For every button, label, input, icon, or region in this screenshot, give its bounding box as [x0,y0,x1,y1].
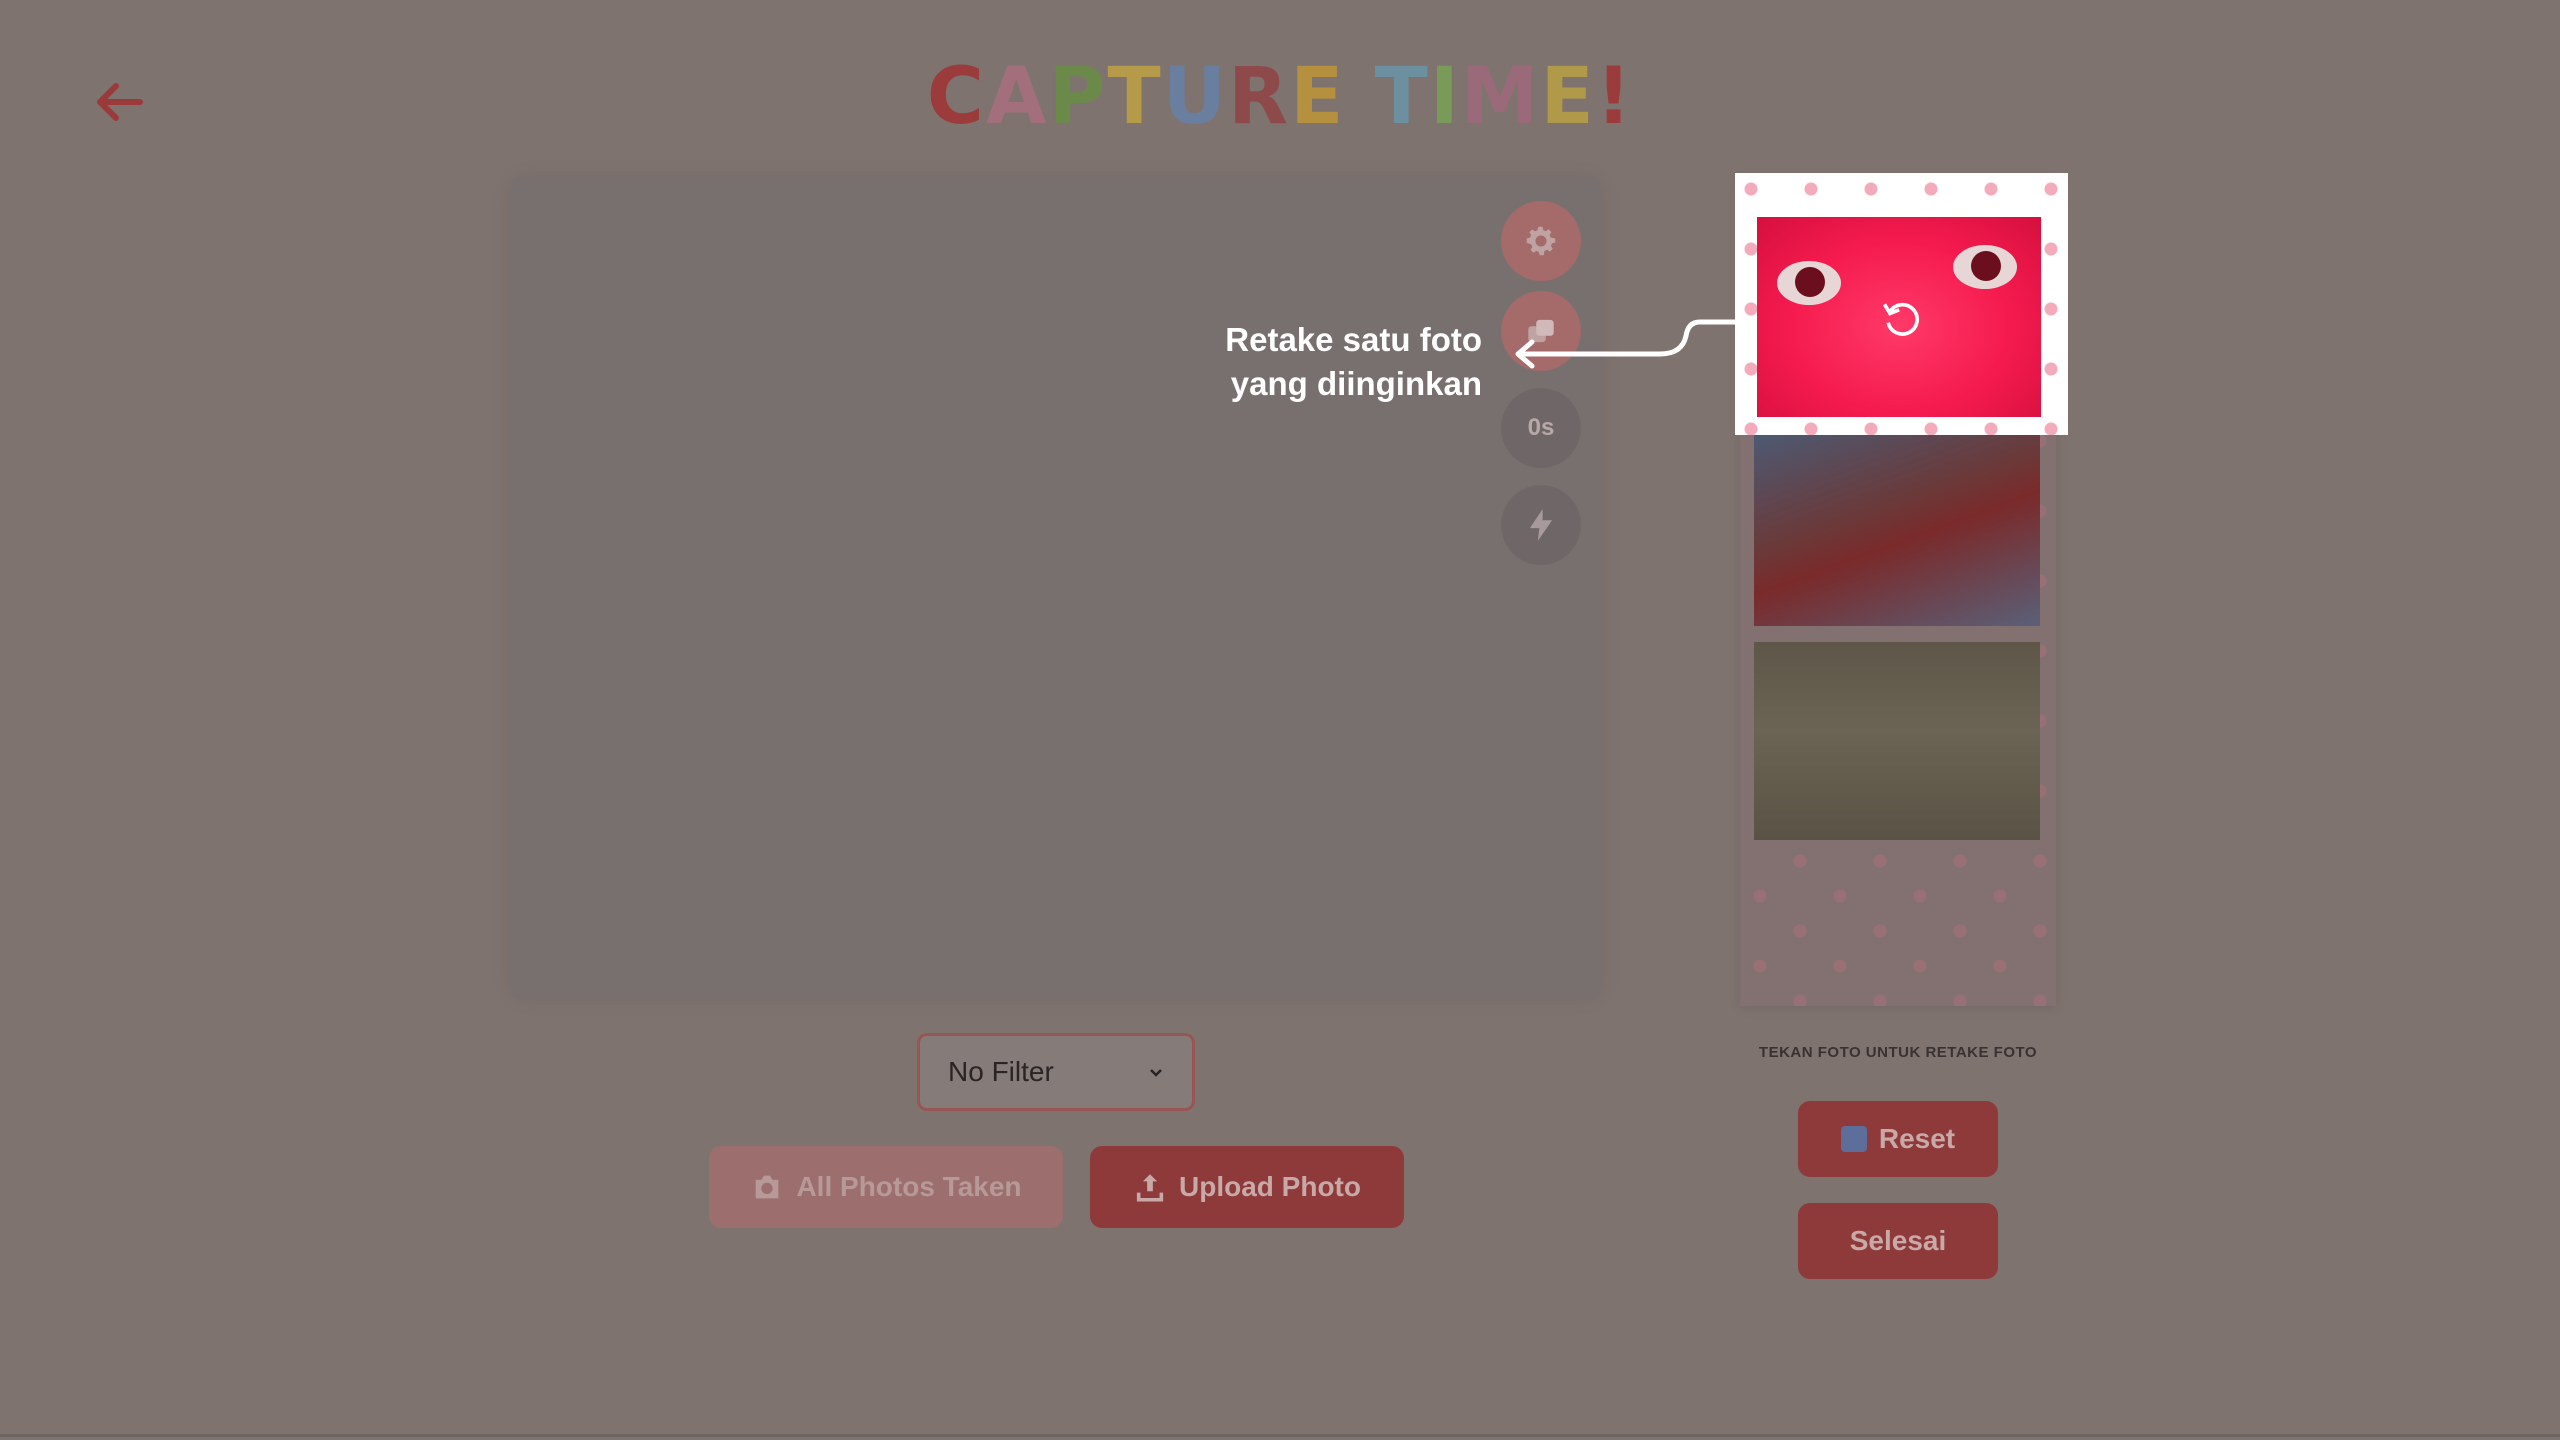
strip-photo-3[interactable] [1754,642,2040,840]
title-letter [1345,52,1374,142]
bottom-divider [0,1434,2560,1437]
title-letter: T [1374,52,1430,142]
upload-photo-button[interactable]: Upload Photo [1090,1146,1404,1228]
camera-preview [508,176,1603,1000]
timer-button[interactable]: 0s [1501,388,1581,468]
title-letter: M [1460,52,1541,142]
retake-icon [1882,302,1919,336]
title-letter: R [1228,52,1291,142]
lightning-icon [1529,509,1553,541]
title-letter: P [1048,52,1108,142]
all-photos-taken-button[interactable]: All Photos Taken [709,1146,1063,1228]
chevron-down-icon [1150,1069,1162,1077]
title-letter: ! [1595,52,1634,142]
reset-icon [1840,1126,1867,1152]
title-letter: T [1107,52,1163,142]
retake-callout: Retake satu foto yang diinginkan [1170,318,1482,406]
strip-photo-1[interactable] [1757,217,2041,417]
retake-hint: TEKAN FOTO UNTUK RETAKE FOTO [1758,1044,2038,1061]
page-title: CAPTURE TIME! [0,52,2560,142]
upload-icon [1136,1174,1164,1202]
strip-photo-2[interactable] [1754,432,2040,626]
flash-button[interactable] [1501,485,1581,565]
title-letter: E [1290,52,1346,142]
callout-line-2: yang diinginkan [1230,365,1482,402]
callout-line-1: Retake satu foto [1225,321,1482,358]
title-letter: C [926,52,986,142]
upload-photo-label: Upload Photo [1179,1171,1361,1202]
gear-icon [1526,226,1556,256]
title-letter: A [985,52,1049,142]
filter-selected-value: No Filter [948,1056,1054,1087]
photo-eye-right [1953,245,2017,289]
title-letter: E [1540,52,1596,142]
reset-label: Reset [1878,1123,1956,1154]
finish-label: Selesai [1849,1225,1947,1256]
title-letter: U [1162,52,1229,142]
camera-icon [756,1175,779,1199]
finish-button[interactable]: Selesai [1798,1203,1998,1279]
filter-select[interactable]: No Filter [917,1033,1195,1111]
reset-button[interactable]: Reset [1798,1101,1998,1177]
all-photos-taken-label: All Photos Taken [796,1171,1022,1202]
settings-button[interactable] [1501,201,1581,281]
title-letter: I [1429,52,1461,142]
timer-label: 0s [1527,414,1555,441]
photo-eye-left [1777,261,1841,305]
